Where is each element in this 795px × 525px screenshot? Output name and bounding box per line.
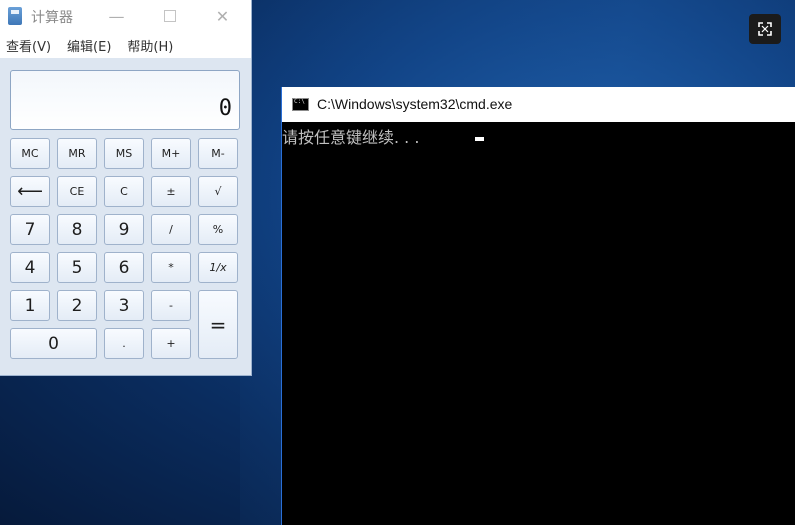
menu-view[interactable]: 查看(V) <box>6 36 51 55</box>
minimize-icon: — <box>108 6 125 26</box>
digit-1-button[interactable]: 1 <box>10 290 50 321</box>
percent-button[interactable]: % <box>198 214 238 245</box>
decimal-button[interactable]: . <box>104 328 144 359</box>
text-cursor <box>475 137 484 141</box>
expand-button[interactable] <box>749 14 781 44</box>
equals-button[interactable]: = <box>198 290 238 359</box>
digit-7-button[interactable]: 7 <box>10 214 50 245</box>
clear-button[interactable]: C <box>104 176 144 207</box>
close-button[interactable]: ✕ <box>200 0 245 32</box>
reciprocal-button[interactable]: 1/x <box>198 252 238 283</box>
mr-button[interactable]: MR <box>57 138 97 169</box>
multiply-button[interactable]: * <box>151 252 191 283</box>
console-icon <box>292 98 309 111</box>
digit-6-button[interactable]: 6 <box>104 252 144 283</box>
ms-button[interactable]: MS <box>104 138 144 169</box>
expand-icon <box>758 22 772 36</box>
sqrt-button[interactable]: √ <box>198 176 238 207</box>
menu-edit[interactable]: 编辑(E) <box>67 36 111 55</box>
digit-5-button[interactable]: 5 <box>57 252 97 283</box>
display-value: 0 <box>218 96 232 121</box>
calculator-window: 计算器 — ✕ 查看(V) 编辑(E) 帮助(H) 0 MC MR MS M+ … <box>0 0 252 376</box>
digit-4-button[interactable]: 4 <box>10 252 50 283</box>
m-plus-button[interactable]: M+ <box>151 138 191 169</box>
calculator-display: 0 <box>10 70 240 130</box>
maximize-icon <box>163 10 176 22</box>
mc-button[interactable]: MC <box>10 138 50 169</box>
calculator-icon <box>8 7 22 25</box>
maximize-button[interactable] <box>147 0 192 32</box>
subtract-button[interactable]: - <box>151 290 191 321</box>
cmd-title: C:\Windows\system32\cmd.exe <box>317 96 513 112</box>
calculator-title: 计算器 <box>31 10 73 26</box>
minimize-button[interactable]: — <box>94 0 139 32</box>
divide-button[interactable]: / <box>151 214 191 245</box>
menu-bar: 查看(V) 编辑(E) 帮助(H) <box>0 32 251 58</box>
cmd-title-bar[interactable]: C:\Windows\system32\cmd.exe <box>282 87 795 122</box>
plus-minus-button[interactable]: ± <box>151 176 191 207</box>
digit-9-button[interactable]: 9 <box>104 214 144 245</box>
backspace-button[interactable]: ⟵ <box>10 176 50 207</box>
close-icon: ✕ <box>215 6 230 26</box>
digit-2-button[interactable]: 2 <box>57 290 97 321</box>
add-button[interactable]: + <box>151 328 191 359</box>
digit-8-button[interactable]: 8 <box>57 214 97 245</box>
menu-help[interactable]: 帮助(H) <box>127 36 173 55</box>
ce-button[interactable]: CE <box>57 176 97 207</box>
calculator-title-bar[interactable]: 计算器 — ✕ <box>0 0 251 32</box>
digit-0-button[interactable]: 0 <box>10 328 97 359</box>
cmd-output-text[interactable]: 请按任意键继续. . . <box>282 124 419 148</box>
cmd-window: C:\Windows\system32\cmd.exe 请按任意键继续. . . <box>281 87 795 525</box>
digit-3-button[interactable]: 3 <box>104 290 144 321</box>
m-minus-button[interactable]: M- <box>198 138 238 169</box>
